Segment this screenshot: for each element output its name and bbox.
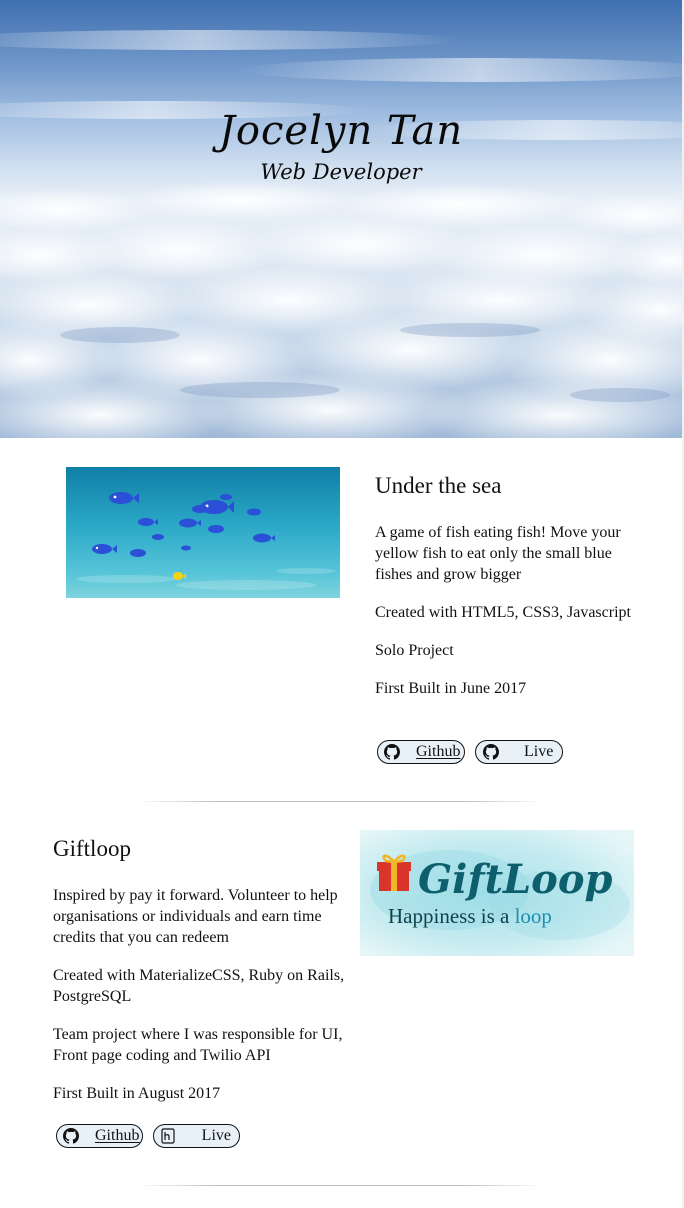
project-description: Inspired by pay it forward. Volunteer to…: [53, 887, 338, 946]
project-buttons: Github Live: [377, 740, 563, 764]
hero-role: Web Developer: [260, 160, 422, 184]
hero-text: Jocelyn Tan Web Developer: [0, 108, 682, 184]
project-details: Inspired by pay it forward. Volunteer to…: [53, 885, 345, 1121]
project-tech: Created with MaterializeCSS, Ruby on Rai…: [53, 967, 345, 1005]
project-tech: Created with HTML5, CSS3, Javascript: [375, 604, 631, 621]
project-built-date: First Built in August 2017: [53, 1085, 221, 1102]
project-details: A game of fish eating fish! Move your ye…: [375, 522, 645, 716]
github-icon: [63, 1128, 79, 1145]
project-title: Under the sea: [375, 473, 502, 498]
github-button-label: Github: [416, 743, 461, 760]
section-divider: [136, 1185, 544, 1186]
github-button[interactable]: Github: [56, 1124, 143, 1148]
giftloop-logo-image: GiftLoop Happiness is a loop: [360, 830, 634, 956]
live-button-label: Live: [524, 743, 554, 760]
hero-name: Jocelyn Tan: [218, 108, 464, 154]
project-description: A game of fish eating fish! Move your ye…: [375, 524, 621, 583]
live-button-label: Live: [201, 1127, 231, 1144]
live-button[interactable]: Live: [475, 740, 563, 764]
project-team: Team project where I was responsible for…: [53, 1026, 343, 1064]
giftloop-logo-text: GiftLoop: [418, 856, 613, 903]
project-title: Giftloop: [53, 836, 131, 861]
project-buttons: Github Live: [56, 1124, 240, 1148]
live-button[interactable]: Live: [153, 1124, 240, 1148]
cloud-background-image: [0, 30, 682, 438]
giftloop-tagline: Happiness is a loop: [388, 904, 552, 928]
section-divider: [136, 801, 544, 802]
project-team: Solo Project: [375, 642, 454, 659]
github-button[interactable]: Github: [377, 740, 465, 764]
heroku-icon: [160, 1128, 177, 1145]
hero-banner: Jocelyn Tan Web Developer: [0, 0, 682, 438]
under-the-sea-image: [66, 467, 340, 598]
github-icon: [482, 744, 499, 761]
giftloop-thumbnail[interactable]: GiftLoop Happiness is a loop: [360, 830, 634, 956]
under-the-sea-thumbnail[interactable]: [66, 467, 340, 598]
project-built-date: First Built in June 2017: [375, 680, 527, 697]
github-button-label: Github: [95, 1127, 140, 1144]
github-icon: [384, 744, 400, 761]
